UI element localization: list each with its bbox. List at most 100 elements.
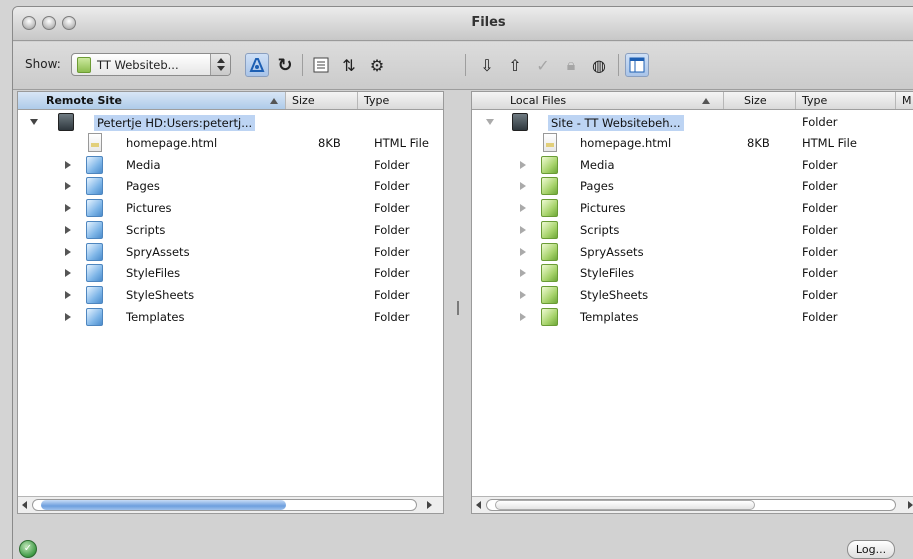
folder-icon — [541, 155, 558, 174]
browse-button[interactable]: ◍ — [587, 53, 611, 77]
remote-col-size[interactable]: Size — [286, 92, 358, 109]
disclosure-collapsed-icon[interactable] — [65, 290, 71, 299]
disclosure-collapsed-icon[interactable] — [520, 204, 526, 213]
check-out-button[interactable]: 🔒︎ — [559, 53, 583, 77]
item-type: Folder — [802, 309, 838, 324]
item-size: 8KB — [747, 136, 770, 150]
remote-col-size-label: Size — [292, 94, 315, 107]
disclosure-collapsed-icon[interactable] — [520, 312, 526, 321]
disclosure-collapsed-icon[interactable] — [65, 247, 71, 256]
list-item[interactable]: Scripts Folder — [472, 220, 913, 241]
scroll-thumb[interactable] — [41, 500, 286, 510]
scroll-left-icon[interactable] — [22, 501, 27, 509]
item-name: Scripts — [580, 222, 620, 237]
show-label: Show: — [25, 57, 61, 71]
item-name: SpryAssets — [580, 244, 644, 259]
disclosure-collapsed-icon[interactable] — [65, 225, 71, 234]
window-title: Files — [471, 15, 506, 30]
item-type: Folder — [374, 222, 410, 237]
list-item[interactable]: Templates Folder — [472, 307, 913, 328]
site-select[interactable]: TT Websiteb... — [71, 53, 231, 76]
list-item[interactable]: homepage.html 8KB HTML File — [472, 133, 913, 154]
disclosure-collapsed-icon[interactable] — [520, 182, 526, 191]
local-col-size[interactable]: Size — [724, 92, 796, 109]
scroll-left-icon[interactable] — [476, 501, 481, 509]
local-col-type[interactable]: Type — [796, 92, 896, 109]
disclosure-collapsed-icon[interactable] — [520, 160, 526, 169]
get-files-button[interactable]: ⇩ — [475, 53, 499, 77]
list-item[interactable]: Templates Folder — [18, 307, 443, 328]
remote-col-type[interactable]: Type — [358, 92, 443, 109]
sync-icon: ⇅ — [342, 55, 356, 75]
get-icon: ⇩ — [480, 55, 494, 75]
list-item[interactable]: Media Folder — [18, 155, 443, 176]
disclosure-collapsed-icon[interactable] — [520, 247, 526, 256]
list-item[interactable]: SpryAssets Folder — [18, 242, 443, 263]
list-item[interactable]: StyleSheets Folder — [472, 285, 913, 306]
item-type: Folder — [374, 266, 410, 281]
check-in-button[interactable]: ✓ — [531, 53, 555, 77]
item-type: Folder — [374, 287, 410, 302]
check-out-icon: 🔒︎ — [566, 55, 576, 74]
remote-horizontal-scrollbar[interactable] — [18, 496, 443, 513]
folder-icon — [541, 307, 558, 326]
local-col-size-label: Size — [744, 94, 767, 107]
local-col-type-label: Type — [802, 94, 828, 107]
pane-splitter[interactable] — [445, 91, 471, 514]
expand-icon — [313, 57, 329, 73]
disclosure-collapsed-icon[interactable] — [520, 290, 526, 299]
list-item[interactable]: Pages Folder — [18, 176, 443, 197]
item-name: Scripts — [126, 222, 166, 237]
scroll-right-icon[interactable] — [908, 501, 913, 509]
expand-view-button[interactable] — [625, 53, 649, 77]
list-item[interactable]: SpryAssets Folder — [472, 242, 913, 263]
list-item[interactable]: StyleSheets Folder — [18, 285, 443, 306]
synchronize-button[interactable]: ⇅ — [337, 53, 361, 77]
list-item[interactable]: Pictures Folder — [472, 198, 913, 219]
item-name: StyleFiles — [126, 266, 181, 281]
list-item[interactable]: StyleFiles Folder — [18, 263, 443, 284]
disclosure-collapsed-icon[interactable] — [65, 160, 71, 169]
remote-root-row[interactable]: Petertje HD:Users:petertj... — [18, 112, 443, 133]
disclosure-collapsed-icon[interactable] — [65, 312, 71, 321]
connect-button[interactable] — [245, 53, 269, 77]
list-item[interactable]: Media Folder — [472, 155, 913, 176]
disclosure-collapsed-icon[interactable] — [520, 269, 526, 278]
log-button[interactable]: Log... — [847, 540, 895, 559]
put-files-button[interactable]: ⇧ — [503, 53, 527, 77]
scroll-right-icon[interactable] — [427, 501, 432, 509]
status-icon[interactable]: ✓ — [19, 540, 37, 558]
list-item[interactable]: homepage.html 8KB HTML File — [18, 133, 443, 154]
local-column-header: Local Files Size Type M — [472, 92, 913, 110]
disclosure-collapsed-icon[interactable] — [65, 182, 71, 191]
remote-col-name[interactable]: Remote Site — [18, 92, 286, 109]
local-col-modified[interactable]: M — [896, 92, 913, 109]
disclosure-collapsed-icon[interactable] — [65, 269, 71, 278]
folder-icon — [86, 220, 103, 239]
disclosure-collapsed-icon[interactable] — [520, 225, 526, 234]
local-root-row[interactable]: Site - TT Websitebeh... Folder — [472, 112, 913, 133]
local-horizontal-scrollbar[interactable] — [472, 496, 913, 513]
local-col-name[interactable]: Local Files — [472, 92, 724, 109]
local-col-modified-label: M — [902, 94, 912, 107]
checkout-button[interactable]: ⚙ — [365, 53, 389, 77]
splitter-grip[interactable] — [457, 301, 459, 315]
list-item[interactable]: Pictures Folder — [18, 198, 443, 219]
list-item[interactable]: Scripts Folder — [18, 220, 443, 241]
toolbar-separator — [302, 54, 303, 76]
remote-col-name-label: Remote Site — [46, 94, 122, 107]
folder-icon — [86, 155, 103, 174]
refresh-button[interactable]: ↻ — [273, 53, 297, 77]
disclosure-expanded-icon[interactable] — [30, 119, 38, 125]
disclosure-collapsed-icon[interactable] — [65, 204, 71, 213]
list-item[interactable]: Pages Folder — [472, 176, 913, 197]
disclosure-expanded-icon[interactable] — [486, 119, 494, 125]
item-name: Templates — [580, 309, 639, 324]
list-item[interactable]: StyleFiles Folder — [472, 263, 913, 284]
item-type: Folder — [374, 244, 410, 259]
scroll-track[interactable] — [486, 499, 896, 511]
scroll-thumb[interactable] — [495, 500, 755, 510]
scroll-track[interactable] — [32, 499, 417, 511]
expand-collapse-button[interactable] — [309, 53, 333, 77]
site-select-value: TT Websiteb... — [97, 58, 179, 72]
